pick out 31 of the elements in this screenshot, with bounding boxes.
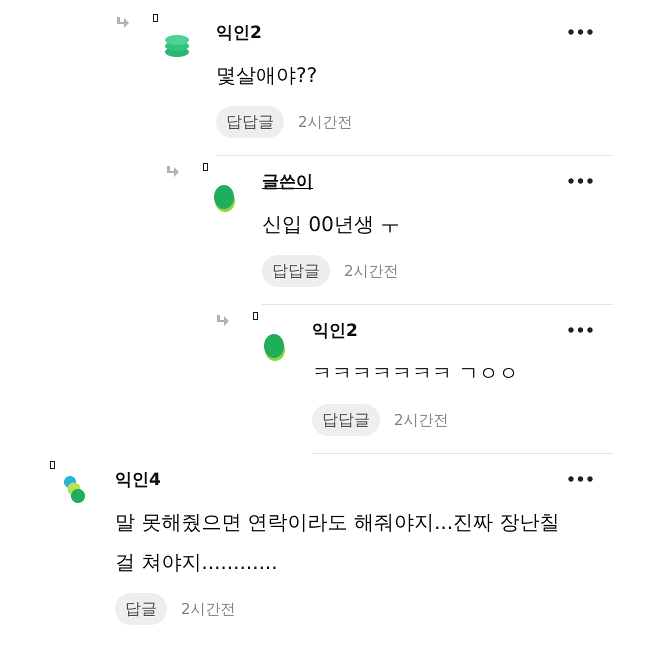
reply-arrow-icon (115, 17, 129, 29)
reply-button[interactable]: 답답글 (216, 106, 284, 138)
more-icon[interactable] (568, 29, 593, 35)
more-icon[interactable] (568, 476, 593, 482)
square-icon (153, 14, 158, 22)
avatar-icon (163, 33, 191, 59)
reply-button[interactable]: 답글 (115, 593, 167, 625)
square-icon (203, 163, 208, 171)
reply-button[interactable]: 답답글 (262, 255, 330, 287)
avatar-icon (263, 331, 287, 363)
author-name: 익인4 (115, 468, 161, 490)
square-icon (253, 312, 258, 320)
timestamp: 2시간전 (394, 410, 449, 430)
comment-text: 말 못해줬으면 연락이라도 해줘야지...진짜 장난칠 걸 쳐야지............ (115, 509, 561, 576)
author-name: 익인2 (216, 22, 262, 44)
comment-text: 신입 00년생 ㅜ (262, 211, 402, 238)
reply-arrow-icon (165, 166, 179, 178)
square-icon (50, 461, 55, 469)
comment-text: 몇살애야?? (216, 62, 318, 89)
reply-arrow-icon (215, 315, 229, 327)
timestamp: 2시간전 (298, 112, 353, 132)
avatar-icon (62, 474, 86, 506)
author-name: 익인2 (312, 320, 358, 342)
more-icon[interactable] (568, 327, 593, 333)
author-name: 글쓴이 (262, 170, 313, 192)
timestamp: 2시간전 (344, 262, 399, 280)
more-icon[interactable] (568, 178, 593, 184)
reply-button[interactable]: 답답글 (312, 404, 380, 436)
avatar-icon (213, 182, 237, 214)
comment-text: ㅋㅋㅋㅋㅋㅋㅋ ㄱㅇㅇ (312, 360, 520, 387)
timestamp: 2시간전 (181, 600, 236, 618)
